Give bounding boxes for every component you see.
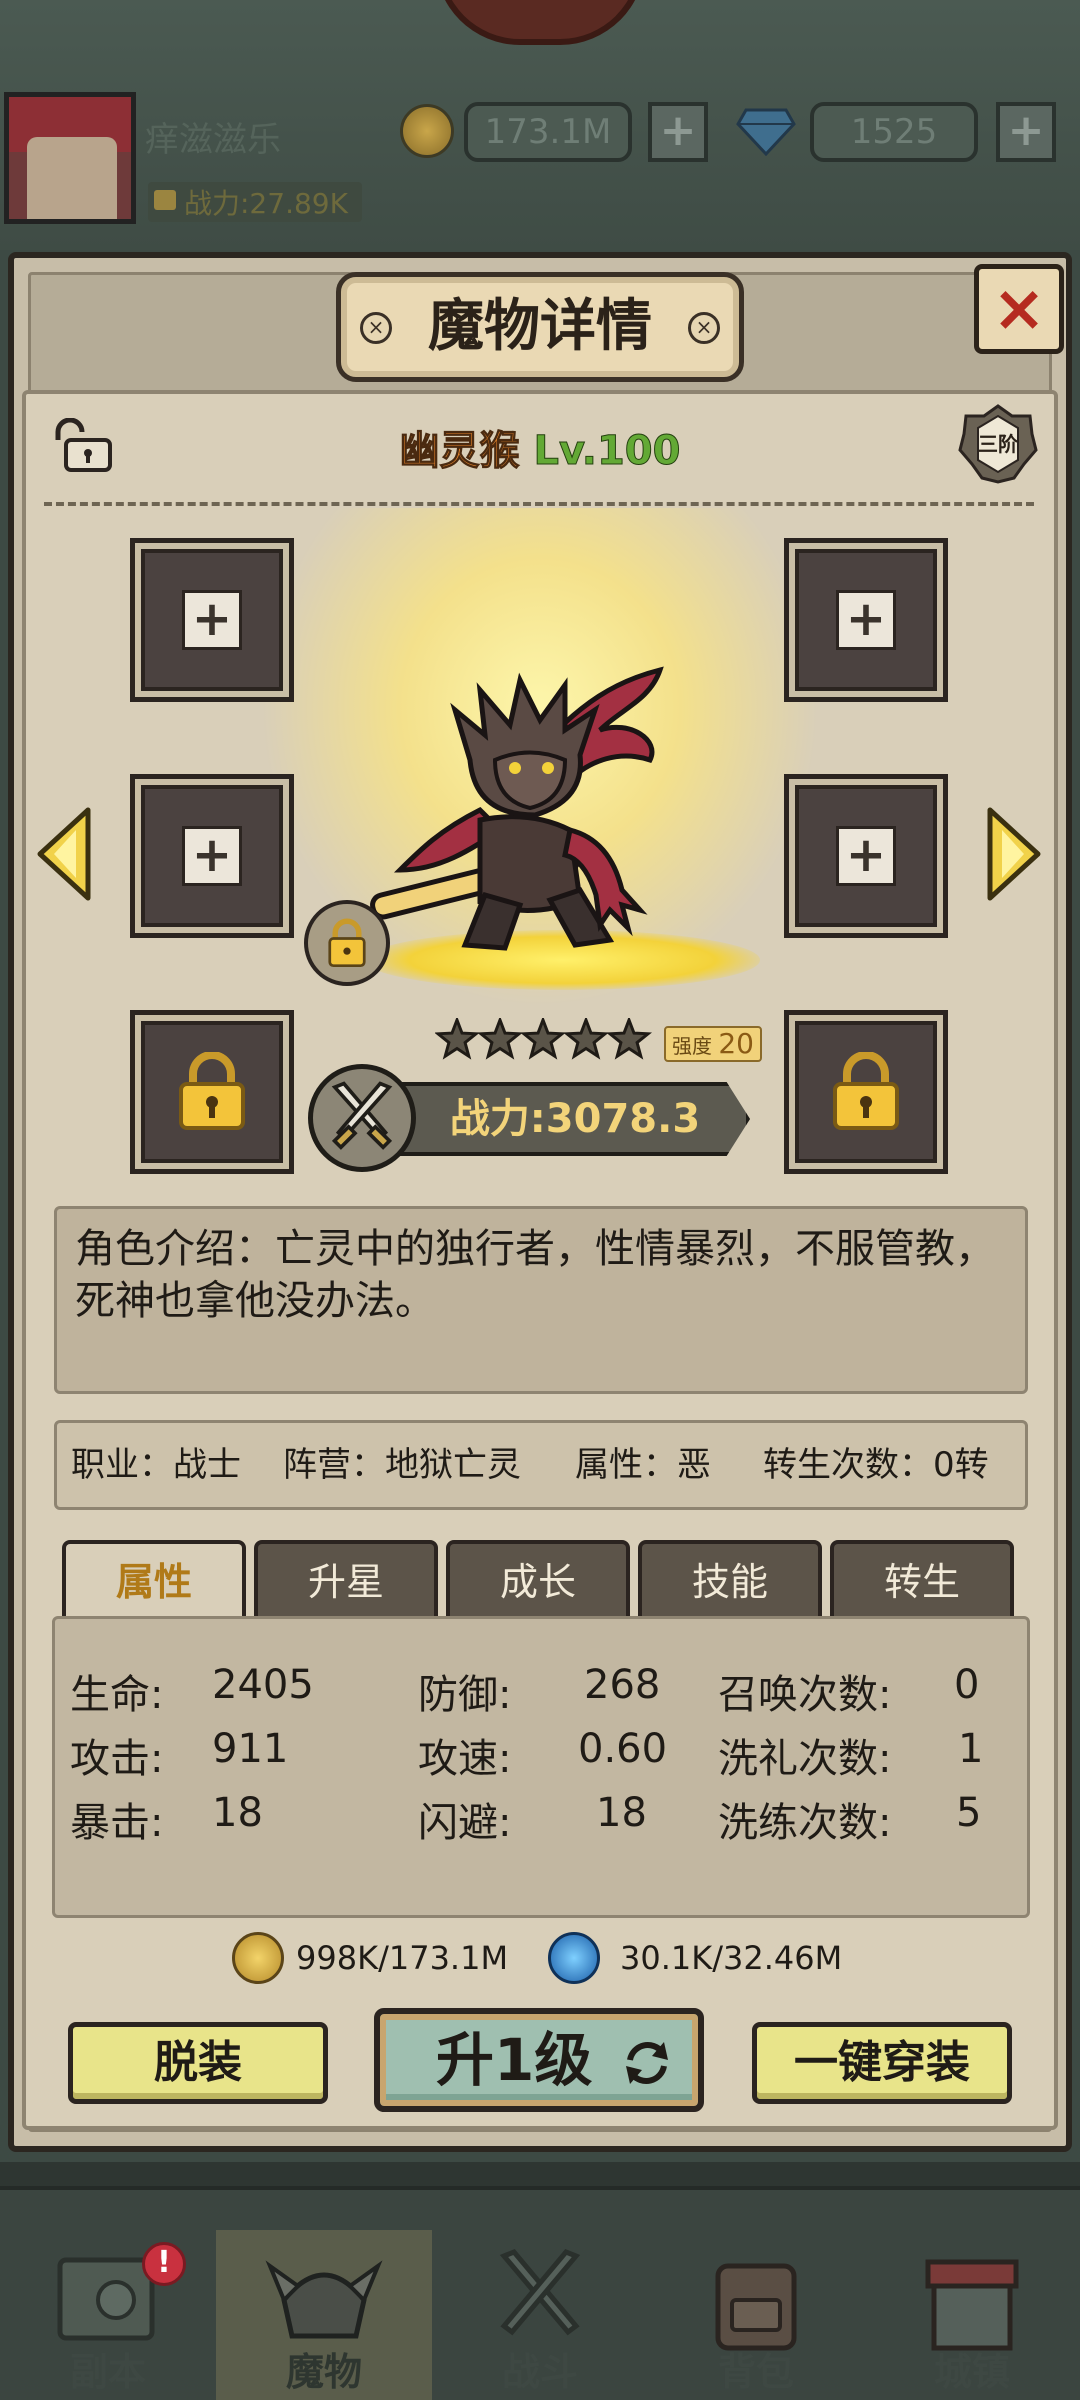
- tab-rebirth[interactable]: 转生: [830, 1540, 1014, 1620]
- star-icon: [605, 1018, 653, 1060]
- star-icon: [519, 1018, 567, 1060]
- star-icon: [435, 1018, 481, 1060]
- tab-attributes[interactable]: 属性: [62, 1540, 246, 1620]
- nav-label-town: 城镇: [933, 2350, 1010, 2394]
- lock-icon: [833, 1052, 899, 1130]
- job-info: 职业：战士: [71, 1445, 241, 1485]
- equip-all-button[interactable]: 一键穿装: [752, 2022, 1012, 2104]
- ghost-monkey-illustration: [370, 666, 664, 951]
- attribute-info: 属性：恶: [575, 1445, 711, 1485]
- star-icon: [476, 1018, 524, 1060]
- essence-orb-icon: [548, 1932, 600, 1984]
- monster-title: 幽灵猴 Lv.100: [0, 418, 1080, 476]
- refine-count-label: 洗练次数:: [718, 1800, 892, 1846]
- gold-amount: 173.1M: [464, 102, 632, 162]
- add-gold-button[interactable]: +: [648, 102, 708, 162]
- panel-title: 魔物详情: [428, 294, 652, 359]
- divider: [44, 502, 1034, 506]
- gold-coin-icon: [400, 104, 454, 158]
- notification-badge: !: [142, 2242, 186, 2286]
- essence-cost: 30.1K/32.46M: [620, 1939, 843, 1977]
- nav-monsters[interactable]: 魔物: [216, 2230, 432, 2400]
- add-equipment-icon[interactable]: +: [182, 590, 242, 650]
- dodge-label: 闪避:: [418, 1800, 512, 1846]
- tab-growth[interactable]: 成长: [446, 1540, 630, 1620]
- add-gems-button[interactable]: +: [996, 102, 1056, 162]
- plaque-bolt-right-icon: ×: [688, 312, 720, 344]
- star-icon: [562, 1018, 610, 1060]
- nav-label-dungeon: 副本: [69, 2350, 146, 2394]
- strength-label: 强度: [672, 1034, 712, 1058]
- star-rating: [435, 1018, 653, 1060]
- gold-coin-icon: [232, 1932, 284, 1984]
- summon-count-label: 召唤次数:: [718, 1672, 892, 1718]
- attack-label: 攻击:: [70, 1736, 164, 1782]
- nav-battle[interactable]: 战斗: [432, 2230, 648, 2400]
- monster-level: Lv.100: [533, 428, 681, 475]
- crossed-swords-icon: [331, 1081, 393, 1150]
- level-up-label: 升1级: [436, 2026, 593, 2094]
- attack-speed-value: 0.60: [578, 1726, 668, 1772]
- add-equipment-icon[interactable]: +: [836, 590, 896, 650]
- crit-label: 暴击:: [70, 1800, 164, 1846]
- rebirth-info: 转生次数：0转: [763, 1445, 989, 1485]
- diamond-icon: [736, 108, 796, 156]
- dodge-value: 18: [596, 1790, 647, 1836]
- info-row: 职业：战士 阵营：地狱亡灵 属性：恶 转生次数：0转: [54, 1420, 1028, 1510]
- attack-value: 911: [212, 1726, 289, 1772]
- nav-backpack[interactable]: 背包: [648, 2230, 864, 2400]
- monster-power: 战力:3078.3: [449, 1096, 701, 1142]
- monster-lock-button[interactable]: [304, 900, 390, 986]
- plaque-bolt-left-icon: ×: [360, 312, 392, 344]
- strength-value: 20: [718, 1027, 754, 1060]
- unequip-button[interactable]: 脱装: [68, 2022, 328, 2104]
- rank-label: 三阶: [978, 432, 1018, 456]
- refine-count-value: 5: [956, 1790, 982, 1836]
- defense-label: 防御:: [418, 1672, 512, 1718]
- nav-town[interactable]: 城镇: [864, 2230, 1080, 2400]
- faction-info: 阵营：地狱亡灵: [283, 1445, 521, 1485]
- nav-label-battle: 战斗: [501, 2350, 578, 2394]
- lock-icon: [328, 918, 366, 968]
- gold-cost: 998K/173.1M: [296, 1939, 509, 1977]
- summon-count-value: 0: [954, 1662, 980, 1708]
- gem-amount: 1525: [810, 102, 978, 162]
- baptism-count-label: 洗礼次数:: [718, 1736, 892, 1782]
- defense-value: 268: [584, 1662, 661, 1708]
- crit-value: 18: [212, 1790, 263, 1836]
- nav-label-monsters: 魔物: [285, 2350, 362, 2394]
- hp-value: 2405: [212, 1662, 314, 1708]
- attack-speed-label: 攻速:: [418, 1736, 512, 1782]
- nav-label-backpack: 背包: [717, 2350, 794, 2394]
- close-button[interactable]: ×: [974, 264, 1064, 354]
- add-equipment-icon[interactable]: +: [182, 826, 242, 886]
- monster-name: 幽灵猴: [399, 428, 520, 475]
- avatar-face: [27, 137, 117, 219]
- refresh-icon: [626, 2042, 668, 2084]
- player-avatar[interactable]: [4, 92, 136, 224]
- player-power: 战力:27.89K: [148, 182, 362, 222]
- lock-icon: [179, 1052, 245, 1130]
- player-name: 痒滋滋乐: [145, 120, 281, 160]
- previous-monster-arrow-icon[interactable]: [36, 806, 92, 902]
- baptism-count-value: 1: [958, 1726, 984, 1772]
- tab-star-up[interactable]: 升星: [254, 1540, 438, 1620]
- tab-skills[interactable]: 技能: [638, 1540, 822, 1620]
- strength-badge: 强度 20: [664, 1026, 762, 1062]
- character-intro: 角色介绍：亡灵中的独行者，性情暴烈，不服管教，死神也拿他没办法。: [54, 1206, 1028, 1394]
- crossed-swords-badge: [308, 1064, 416, 1172]
- add-equipment-icon[interactable]: +: [836, 826, 896, 886]
- next-monster-arrow-icon[interactable]: [986, 806, 1042, 902]
- hp-label: 生命:: [70, 1672, 164, 1718]
